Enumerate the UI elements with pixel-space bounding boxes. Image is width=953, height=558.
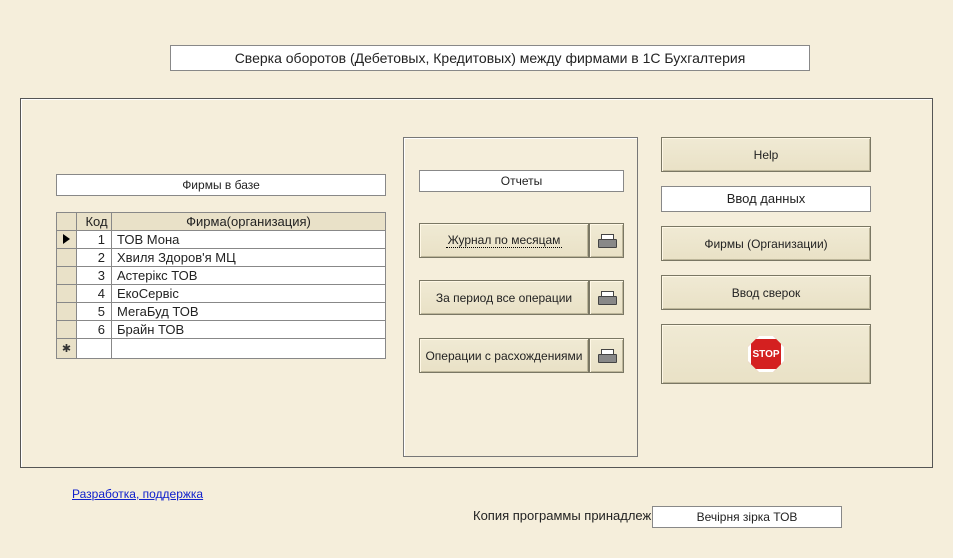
table-row[interactable]: 4ЕкоСервіс bbox=[57, 285, 386, 303]
cell-code[interactable] bbox=[77, 339, 112, 359]
owner-value: Вечірня зірка ТОВ bbox=[652, 506, 842, 528]
help-button-label: Help bbox=[754, 148, 779, 162]
diff-print-button[interactable] bbox=[589, 338, 624, 373]
period-button[interactable]: За период все операции bbox=[419, 280, 589, 315]
row-header[interactable] bbox=[57, 249, 77, 267]
reports-panel-label: Отчеты bbox=[419, 170, 624, 192]
app-title: Сверка оборотов (Дебетовых, Кредитовых) … bbox=[170, 45, 810, 71]
cell-code[interactable]: 3 bbox=[77, 267, 112, 285]
firms-org-label: Фирмы (Организации) bbox=[704, 237, 827, 251]
new-row-icon: ✱ bbox=[62, 343, 71, 355]
input-sverok-button[interactable]: Ввод сверок bbox=[661, 275, 871, 310]
data-entry-label: Ввод данных bbox=[661, 186, 871, 212]
main-panel: Фирмы в базе Код Фирма(организация) 1ТОВ… bbox=[20, 98, 933, 468]
diff-button-label: Операции с расхождениями bbox=[425, 349, 582, 363]
row-header[interactable] bbox=[57, 285, 77, 303]
cell-name[interactable]: Хвиля Здоров'я МЦ bbox=[112, 249, 386, 267]
col-header-code[interactable]: Код bbox=[77, 213, 112, 231]
diff-button[interactable]: Операции с расхождениями bbox=[419, 338, 589, 373]
reports-panel: Отчеты Журнал по месяцам За период все о… bbox=[403, 137, 638, 457]
printer-icon bbox=[598, 234, 615, 248]
cell-name[interactable]: Астерікс ТОВ bbox=[112, 267, 386, 285]
printer-icon bbox=[598, 291, 615, 305]
table-row[interactable]: 5МегаБуд ТОВ bbox=[57, 303, 386, 321]
journal-button-label: Журнал по месяцам bbox=[446, 233, 563, 248]
row-header[interactable] bbox=[57, 267, 77, 285]
cell-name[interactable]: ЕкоСервіс bbox=[112, 285, 386, 303]
table-row[interactable]: 1ТОВ Мона bbox=[57, 231, 386, 249]
cell-code[interactable]: 5 bbox=[77, 303, 112, 321]
cell-name[interactable] bbox=[112, 339, 386, 359]
row-header-blank bbox=[57, 213, 77, 231]
current-row-icon bbox=[63, 234, 70, 244]
row-header[interactable] bbox=[57, 231, 77, 249]
input-sverok-label: Ввод сверок bbox=[732, 286, 801, 300]
stop-icon: STOP bbox=[748, 336, 784, 372]
table-row[interactable]: 2Хвиля Здоров'я МЦ bbox=[57, 249, 386, 267]
cell-name[interactable]: Брайн ТОВ bbox=[112, 321, 386, 339]
period-print-button[interactable] bbox=[589, 280, 624, 315]
printer-icon bbox=[598, 349, 615, 363]
cell-code[interactable]: 2 bbox=[77, 249, 112, 267]
cell-code[interactable]: 1 bbox=[77, 231, 112, 249]
journal-button[interactable]: Журнал по месяцам bbox=[419, 223, 589, 258]
row-header[interactable] bbox=[57, 303, 77, 321]
firms-table-wrapper: Код Фирма(организация) 1ТОВ Мона2Хвиля З… bbox=[56, 212, 386, 359]
new-row-header[interactable]: ✱ bbox=[57, 339, 77, 359]
table-row-new[interactable]: ✱ bbox=[57, 339, 386, 359]
right-column: Help Ввод данных Фирмы (Организации) Вво… bbox=[661, 137, 891, 398]
stop-button[interactable]: STOP bbox=[661, 324, 871, 384]
firms-panel-label: Фирмы в базе bbox=[56, 174, 386, 196]
table-row[interactable]: 3Астерікс ТОВ bbox=[57, 267, 386, 285]
row-header[interactable] bbox=[57, 321, 77, 339]
help-button[interactable]: Help bbox=[661, 137, 871, 172]
period-button-label: За период все операции bbox=[436, 291, 572, 305]
cell-code[interactable]: 4 bbox=[77, 285, 112, 303]
owner-label: Копия программы принадлежит bbox=[473, 508, 664, 523]
table-row[interactable]: 6Брайн ТОВ bbox=[57, 321, 386, 339]
dev-support-link[interactable]: Разработка, поддержка bbox=[72, 487, 203, 501]
col-header-name[interactable]: Фирма(организация) bbox=[112, 213, 386, 231]
cell-code[interactable]: 6 bbox=[77, 321, 112, 339]
journal-print-button[interactable] bbox=[589, 223, 624, 258]
firms-table[interactable]: Код Фирма(организация) 1ТОВ Мона2Хвиля З… bbox=[56, 212, 386, 359]
firms-org-button[interactable]: Фирмы (Организации) bbox=[661, 226, 871, 261]
cell-name[interactable]: МегаБуд ТОВ bbox=[112, 303, 386, 321]
cell-name[interactable]: ТОВ Мона bbox=[112, 231, 386, 249]
